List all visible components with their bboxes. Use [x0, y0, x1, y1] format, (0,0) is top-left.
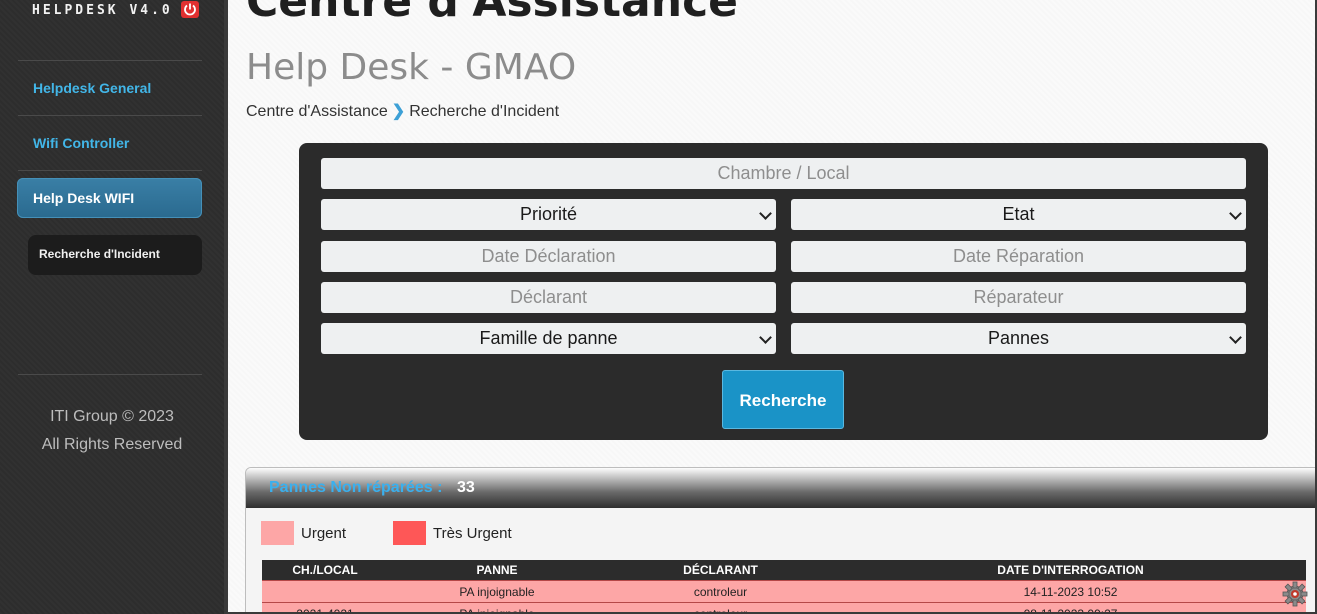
priorite-select-value: Priorité: [519, 204, 577, 224]
legend-label-urgent: Urgent: [301, 525, 347, 542]
famille-panne-select-value: Famille de panne: [479, 328, 618, 348]
sidebar-item-label: Help Desk WIFI: [33, 190, 135, 206]
chevron-right-icon: ❯: [391, 103, 406, 120]
chevron-down-icon: [759, 331, 772, 344]
sidebar-subitem-label: Recherche d'Incident: [39, 247, 160, 261]
gear-icon[interactable]: [1282, 581, 1308, 612]
cell-declarant: controleur: [606, 580, 835, 603]
chambre-local-input[interactable]: Chambre / Local: [321, 158, 1246, 189]
priorite-select[interactable]: Priorité: [321, 199, 776, 230]
search-panel: Chambre / Local Priorité Etat Date Décla…: [299, 143, 1268, 440]
cell-panne: PA injoignable: [388, 580, 606, 603]
app-brand: HELPDESK V4.0: [32, 3, 173, 18]
date-declaration-input[interactable]: Date Déclaration: [321, 241, 776, 272]
cell-ch-local: 2021-4021: [262, 602, 388, 612]
power-icon[interactable]: [181, 1, 199, 18]
table-row[interactable]: 2021-4021 PA injoignable controleur 08-1…: [262, 602, 1306, 612]
famille-panne-select[interactable]: Famille de panne: [321, 323, 776, 354]
sidebar: HELPDESK V4.0 Helpdesk General Wifi Cont…: [0, 0, 224, 614]
column-header-panne[interactable]: PANNE: [388, 560, 606, 581]
divider: [18, 60, 202, 61]
divider: [18, 170, 202, 171]
chevron-down-icon: [1229, 207, 1242, 220]
etat-select[interactable]: Etat: [791, 199, 1246, 230]
column-header-declarant[interactable]: DÉCLARANT: [606, 560, 835, 581]
divider: [18, 115, 202, 116]
declarant-input[interactable]: Déclarant: [321, 282, 776, 313]
column-header-date-interrogation[interactable]: DATE D'INTERROGATION: [835, 560, 1306, 581]
legend-label-tres-urgent: Très Urgent: [433, 525, 512, 542]
recherche-button[interactable]: Recherche: [722, 370, 844, 429]
results-header: Pannes Non réparées : 33: [246, 468, 1315, 508]
results-label: Pannes Non réparées :: [269, 479, 443, 496]
etat-select-value: Etat: [1002, 204, 1035, 224]
pannes-select-value: Pannes: [987, 328, 1050, 348]
breadcrumb-home[interactable]: Centre d'Assistance: [246, 103, 388, 120]
divider: [18, 374, 202, 375]
date-reparation-input[interactable]: Date Réparation: [791, 241, 1246, 272]
results-panel: Pannes Non réparées : 33 Urgent Très Urg…: [245, 467, 1315, 612]
sidebar-item-wifi-controller[interactable]: Wifi Controller: [33, 135, 129, 151]
main-content: Centre d'Assistance Help Desk - GMAO Cen…: [228, 0, 1317, 614]
table-header-row: CH./LOCAL PANNE DÉCLARANT DATE D'INTERRO…: [262, 560, 1306, 581]
cell-declarant: controleur: [606, 602, 835, 612]
chevron-down-icon: [1229, 331, 1242, 344]
table-row[interactable]: PA injoignable controleur 14-11-2023 10:…: [262, 580, 1306, 603]
cell-date: 14-11-2023 10:52: [835, 580, 1306, 603]
sidebar-subitem-recherche-incident[interactable]: Recherche d'Incident: [28, 235, 202, 275]
cell-panne: PA injoignable: [388, 602, 606, 612]
sidebar-item-helpdesk-general[interactable]: Helpdesk General: [33, 80, 151, 96]
column-header-ch-local[interactable]: CH./LOCAL: [262, 560, 388, 581]
breadcrumb: Centre d'Assistance ❯ Recherche d'Incident: [246, 101, 559, 121]
incident-table: CH./LOCAL PANNE DÉCLARANT DATE D'INTERRO…: [262, 560, 1306, 612]
page-subtitle: Help Desk - GMAO: [246, 47, 577, 88]
results-count: 33: [457, 479, 475, 496]
cell-ch-local: [262, 580, 388, 603]
cell-date: 08-11-2023 09:27: [835, 602, 1306, 612]
footer-rights: All Rights Reserved: [41, 436, 183, 453]
footer-copyright: ITI Group © 2023: [50, 408, 174, 425]
legend-swatch-tres-urgent: [393, 521, 426, 545]
pannes-select[interactable]: Pannes: [791, 323, 1246, 354]
chevron-down-icon: [759, 207, 772, 220]
reparateur-input[interactable]: Réparateur: [791, 282, 1246, 313]
page-title: Centre d'Assistance: [246, 0, 738, 27]
breadcrumb-current: Recherche d'Incident: [409, 103, 560, 120]
sidebar-item-help-desk-wifi[interactable]: Help Desk WIFI: [17, 178, 202, 218]
legend-swatch-urgent: [261, 521, 294, 545]
